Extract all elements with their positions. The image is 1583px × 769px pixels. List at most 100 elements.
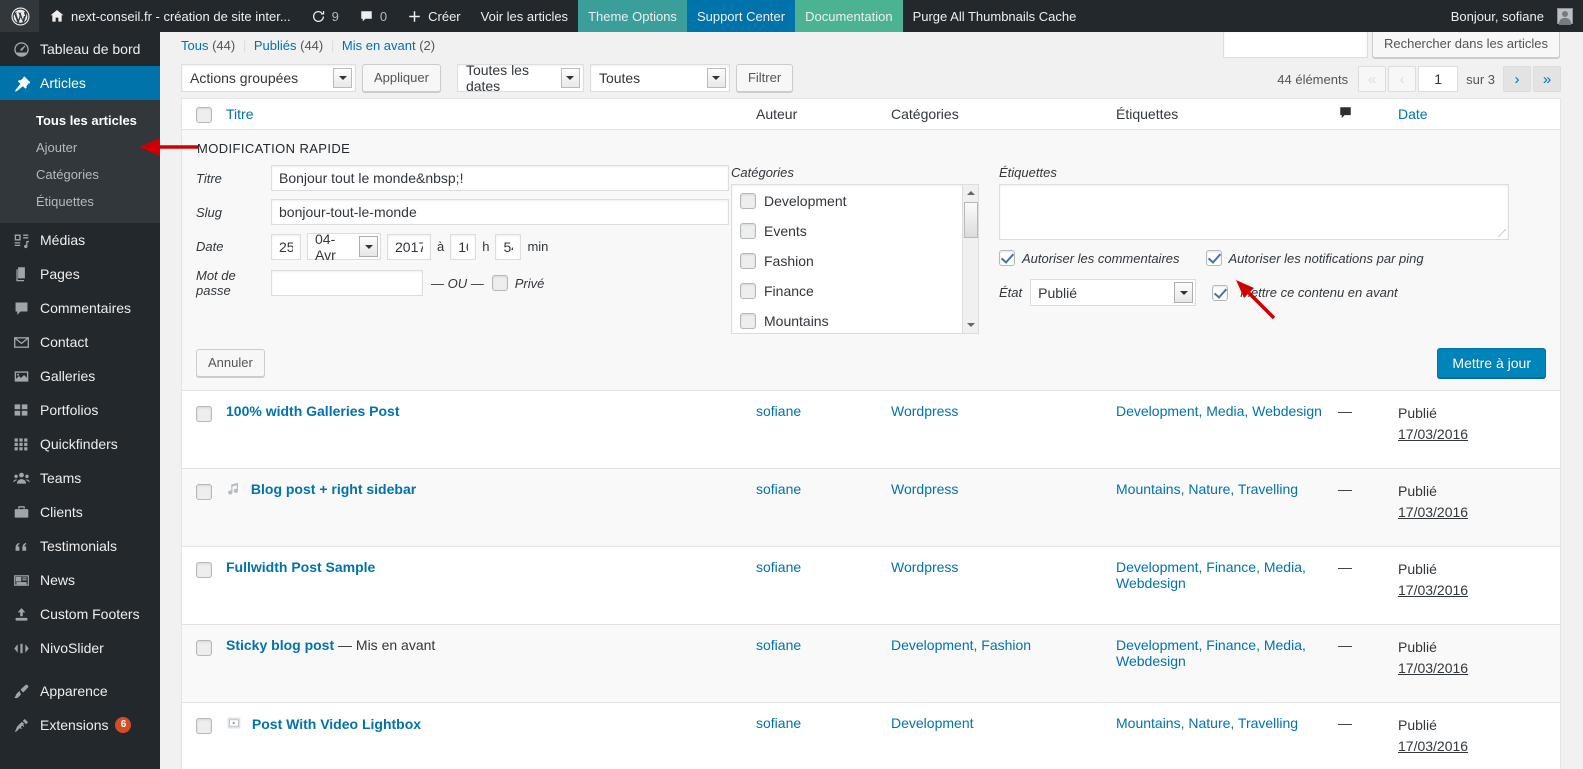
tag-links[interactable]: Development, Finance, Media, Webdesign — [1116, 637, 1306, 669]
view-posts-menu[interactable]: Voir les articles — [471, 0, 578, 32]
row-checkbox[interactable] — [196, 406, 212, 423]
tag-links[interactable]: Development, Media, Webdesign — [1116, 403, 1322, 419]
sidebar-item-custom-footers[interactable]: Custom Footers — [0, 597, 160, 631]
comments-menu[interactable]: 0 — [349, 0, 397, 32]
title-input[interactable] — [271, 165, 729, 191]
post-title-link[interactable]: Sticky blog post — [226, 637, 334, 653]
search-button[interactable]: Rechercher dans les articles — [1371, 32, 1560, 58]
last-page-button[interactable]: » — [1533, 66, 1561, 92]
sidebar-item-media[interactable]: Médias — [0, 223, 160, 257]
theme-options-menu[interactable]: Theme Options — [578, 0, 687, 32]
row-checkbox[interactable] — [196, 562, 212, 579]
categories-scrollbar[interactable] — [962, 185, 978, 333]
bulk-actions-select[interactable]: Actions groupées — [181, 64, 356, 92]
row-checkbox[interactable] — [196, 718, 212, 735]
month-select[interactable]: 04-Avr — [307, 231, 381, 263]
scroll-down-icon[interactable] — [963, 317, 978, 333]
search-input[interactable] — [1222, 32, 1368, 58]
author-link[interactable]: sofiane — [756, 481, 801, 497]
view-all[interactable]: Tous — [181, 38, 208, 53]
category-link[interactable]: Wordpress — [891, 481, 958, 497]
sidebar-item-testimonials[interactable]: Testimonials — [0, 529, 160, 563]
view-published[interactable]: Publiés — [254, 38, 297, 53]
year-input[interactable] — [387, 233, 431, 260]
category-checkbox[interactable] — [740, 253, 756, 269]
category-link[interactable]: Wordpress — [891, 403, 958, 419]
sidebar-item-add-post[interactable]: Ajouter — [0, 134, 160, 161]
prev-page-button[interactable]: ‹ — [1388, 66, 1417, 92]
sidebar-item-categories[interactable]: Catégories — [0, 161, 160, 188]
author-link[interactable]: sofiane — [756, 715, 801, 731]
categories-checklist[interactable]: Development Events Fashion Finance Mount… — [731, 184, 979, 334]
category-link[interactable]: Development, Fashion — [891, 637, 1031, 653]
sidebar-item-plugins[interactable]: Extensions 6 — [0, 708, 160, 742]
resize-grip-icon[interactable] — [1498, 229, 1506, 237]
site-name-menu[interactable]: next-conseil.fr - création de site inter… — [39, 0, 301, 32]
next-page-button[interactable]: › — [1503, 66, 1531, 92]
sidebar-item-quickfinders[interactable]: Quickfinders — [0, 427, 160, 461]
sidebar-item-comments[interactable]: Commentaires — [0, 291, 160, 325]
post-title-link[interactable]: Post With Video Lightbox — [252, 716, 421, 732]
apply-button[interactable]: Appliquer — [362, 64, 441, 92]
category-item[interactable]: Events — [740, 223, 978, 239]
cancel-button[interactable]: Annuler — [196, 349, 265, 377]
category-checkbox[interactable] — [740, 283, 756, 299]
select-all-checkbox[interactable] — [196, 106, 212, 123]
current-page-input[interactable]: 1 — [1418, 66, 1459, 92]
private-checkbox[interactable] — [491, 275, 508, 291]
tag-links[interactable]: Mountains, Nature, Travelling — [1116, 481, 1298, 497]
sidebar-item-tags[interactable]: Étiquettes — [0, 188, 160, 215]
view-sticky[interactable]: Mis en avant — [342, 38, 416, 53]
sidebar-item-news[interactable]: News — [0, 563, 160, 597]
support-center-menu[interactable]: Support Center — [686, 0, 796, 32]
sidebar-item-pages[interactable]: Pages — [0, 257, 160, 291]
documentation-menu[interactable]: Documentation — [795, 0, 903, 32]
sidebar-item-contact[interactable]: Contact — [0, 325, 160, 359]
scrollbar-thumb[interactable] — [964, 202, 978, 238]
category-checkbox[interactable] — [740, 313, 756, 329]
category-filter-select[interactable]: Toutes — [589, 64, 730, 92]
category-checkbox[interactable] — [740, 193, 756, 209]
author-link[interactable]: sofiane — [756, 403, 801, 419]
tag-links[interactable]: Mountains, Nature, Travelling — [1116, 715, 1298, 731]
category-item[interactable]: Development — [740, 193, 978, 209]
sticky-checkbox[interactable] — [1212, 284, 1229, 301]
sidebar-item-portfolios[interactable]: Portfolios — [0, 393, 160, 427]
day-input[interactable] — [271, 233, 301, 260]
category-item[interactable]: Finance — [740, 283, 978, 299]
sidebar-item-clients[interactable]: Clients — [0, 495, 160, 529]
post-title-link[interactable]: Fullwidth Post Sample — [226, 559, 375, 575]
tags-textarea[interactable] — [999, 184, 1509, 240]
category-item[interactable]: Fashion — [740, 253, 978, 269]
status-select[interactable]: Publié — [1030, 279, 1197, 306]
updates-menu[interactable]: 9 — [301, 0, 349, 32]
sidebar-item-galleries[interactable]: Galleries — [0, 359, 160, 393]
post-title-link[interactable]: 100% width Galleries Post — [226, 403, 400, 419]
category-item[interactable]: Mountains — [740, 313, 978, 329]
author-link[interactable]: sofiane — [756, 637, 801, 653]
sidebar-item-all-posts[interactable]: Tous les articles — [0, 107, 160, 134]
my-account-menu[interactable]: Bonjour, sofiane — [1441, 0, 1583, 32]
new-content-menu[interactable]: Créer — [397, 0, 471, 32]
wordpress-logo-icon[interactable] — [0, 0, 39, 32]
tag-links[interactable]: Development, Finance, Media, Webdesign — [1116, 559, 1306, 591]
allow-comments-checkbox[interactable] — [999, 250, 1015, 266]
category-link[interactable]: Development — [891, 715, 974, 731]
filter-button[interactable]: Filtrer — [735, 64, 794, 92]
hour-input[interactable] — [450, 233, 477, 260]
update-button[interactable]: Mettre à jour — [1437, 348, 1546, 378]
author-link[interactable]: sofiane — [756, 559, 801, 575]
minute-input[interactable] — [495, 233, 522, 260]
post-title-link[interactable]: Blog post + right sidebar — [251, 481, 416, 497]
date-filter-select[interactable]: Toutes les dates — [456, 62, 584, 94]
column-header-title[interactable]: Titre — [226, 106, 756, 122]
sidebar-item-appearance[interactable]: Apparence — [0, 674, 160, 708]
slug-input[interactable] — [271, 199, 729, 225]
row-checkbox[interactable] — [196, 484, 212, 501]
category-checkbox[interactable] — [740, 223, 756, 239]
sidebar-item-nivoslider[interactable]: NivoSlider — [0, 631, 160, 665]
purge-thumbnails-menu[interactable]: Purge All Thumbnails Cache — [903, 0, 1087, 32]
sidebar-item-articles[interactable]: Articles — [0, 66, 168, 100]
sidebar-item-dashboard[interactable]: Tableau de bord — [0, 32, 160, 66]
first-page-button[interactable]: « — [1358, 66, 1387, 92]
